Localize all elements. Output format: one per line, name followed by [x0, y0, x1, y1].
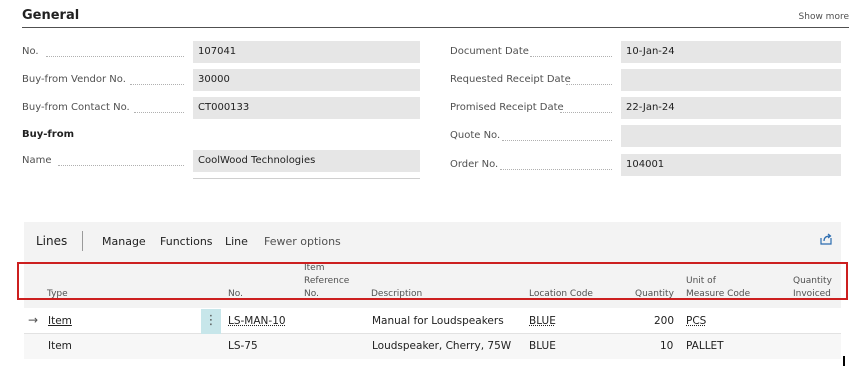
field-quote-no[interactable] [621, 125, 841, 147]
cell-type[interactable]: Item [48, 315, 72, 327]
cell-description[interactable]: Loudspeaker, Cherry, 75W [372, 340, 511, 352]
table-row[interactable]: Item LS-75 Loudspeaker, Cherry, 75W BLUE… [24, 334, 841, 359]
dots-leader [502, 140, 612, 141]
cell-location[interactable]: BLUE [529, 340, 556, 352]
general-title: General [22, 8, 80, 23]
dots-leader [46, 56, 184, 57]
field-label-contact-no: Buy-from Contact No. [22, 102, 130, 113]
menu-functions[interactable]: Functions [160, 235, 213, 248]
field-label-no: No. [22, 46, 39, 57]
field-order-no[interactable]: 104001 [621, 154, 841, 176]
dots-leader [560, 112, 612, 113]
name-field-underline [193, 178, 420, 179]
field-label-promised-receipt-date: Promised Receipt Date [450, 102, 564, 113]
dots-leader [500, 169, 612, 170]
highlight-box [17, 262, 848, 300]
dots-leader [530, 56, 612, 57]
field-contact-no[interactable]: CT000133 [193, 97, 420, 119]
text-cursor [843, 356, 845, 366]
show-more-link[interactable]: Show more [799, 12, 849, 22]
dots-leader [566, 84, 612, 85]
cell-description[interactable]: Manual for Loudspeakers [372, 315, 504, 327]
lines-action-bar: Lines Manage Functions Line Fewer option… [24, 222, 841, 260]
cell-uom[interactable]: PALLET [686, 340, 724, 352]
field-label-order-no: Order No. [450, 159, 499, 170]
row-menu-icon[interactable]: ⋮ [201, 309, 221, 334]
cell-uom[interactable]: PCS [686, 315, 706, 327]
cell-type[interactable]: Item [48, 340, 72, 352]
field-promised-receipt-date[interactable]: 22-Jan-24 [621, 97, 841, 119]
field-name[interactable]: CoolWood Technologies [193, 150, 420, 172]
divider [82, 231, 83, 251]
field-requested-receipt-date[interactable] [621, 69, 841, 91]
lines-title[interactable]: Lines [36, 234, 67, 248]
field-label-document-date: Document Date [450, 46, 529, 57]
field-label-requested-receipt-date: Requested Receipt Date [450, 74, 571, 85]
general-section-header: General Show more [22, 8, 849, 28]
menu-fewer-options[interactable]: Fewer options [264, 235, 341, 248]
dots-leader [134, 112, 184, 113]
field-vendor-no[interactable]: 30000 [193, 69, 420, 91]
cell-quantity[interactable]: 200 [654, 315, 674, 327]
field-label-vendor-no: Buy-from Vendor No. [22, 74, 126, 85]
field-label-quote-no: Quote No. [450, 130, 501, 141]
menu-manage[interactable]: Manage [102, 235, 146, 248]
cell-no[interactable]: LS-75 [228, 340, 258, 352]
field-label-name: Name [22, 155, 52, 166]
dots-leader [58, 165, 184, 166]
field-document-date[interactable]: 10-Jan-24 [621, 41, 841, 63]
cell-no[interactable]: LS-MAN-10 [228, 315, 286, 327]
dots-leader [130, 84, 184, 85]
current-row-arrow-icon: → [28, 313, 39, 327]
menu-line[interactable]: Line [225, 235, 248, 248]
table-row[interactable]: → Item ⋮ LS-MAN-10 Manual for Loudspeake… [24, 309, 841, 334]
cell-location[interactable]: BLUE [529, 315, 556, 327]
share-icon[interactable] [819, 232, 833, 246]
field-no[interactable]: 107041 [193, 41, 420, 63]
buy-from-group-label: Buy-from [22, 129, 74, 140]
cell-quantity[interactable]: 10 [660, 340, 673, 352]
